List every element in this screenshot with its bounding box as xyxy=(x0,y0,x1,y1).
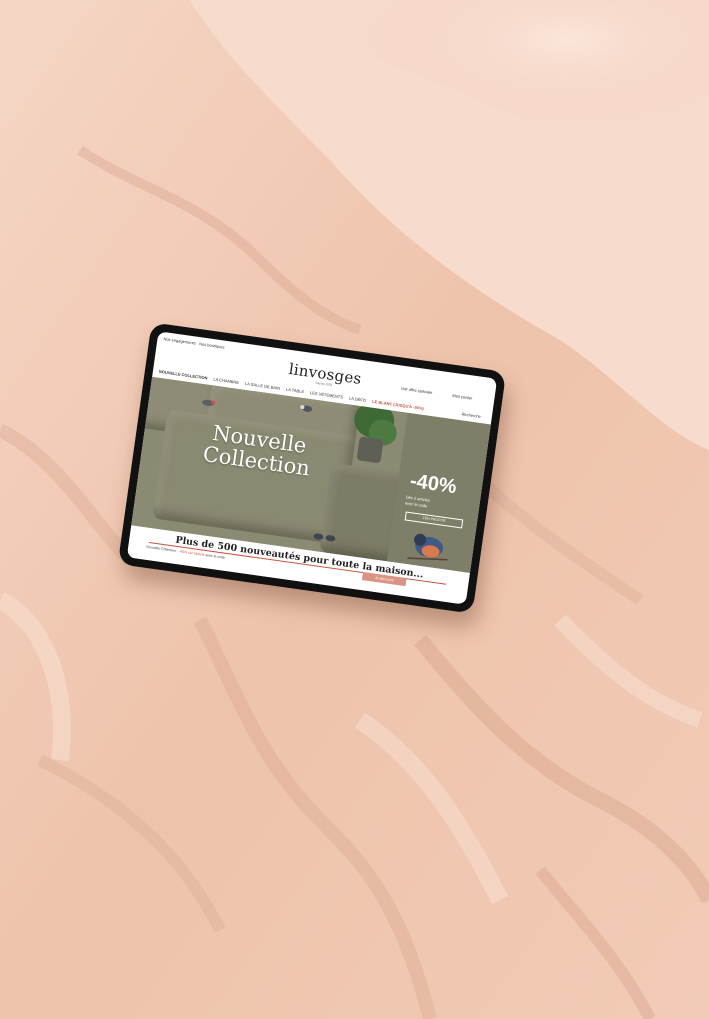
nav-item-bedroom[interactable]: LA CHAMBRE xyxy=(213,376,239,385)
search-link[interactable]: Recherche xyxy=(461,411,481,419)
tablet-device: Nos engagements Nos boutiques linvosges … xyxy=(117,322,507,614)
website-screen: Nos engagements Nos boutiques linvosges … xyxy=(126,331,498,605)
nav-item-table[interactable]: LA TABLE xyxy=(286,387,305,394)
nav-item-clothing[interactable]: LES VÊTEMENTS xyxy=(310,390,343,400)
nav-item-bathroom[interactable]: LA SALLE DE BAIN xyxy=(245,381,281,391)
bird-illustration-icon xyxy=(407,533,448,561)
subline-part-2: avec le code xyxy=(204,552,226,560)
nav-item-deco[interactable]: LA DÉCO xyxy=(349,395,367,402)
vase-image xyxy=(356,436,384,464)
subline-highlight: -40% sur l'article xyxy=(178,549,205,557)
